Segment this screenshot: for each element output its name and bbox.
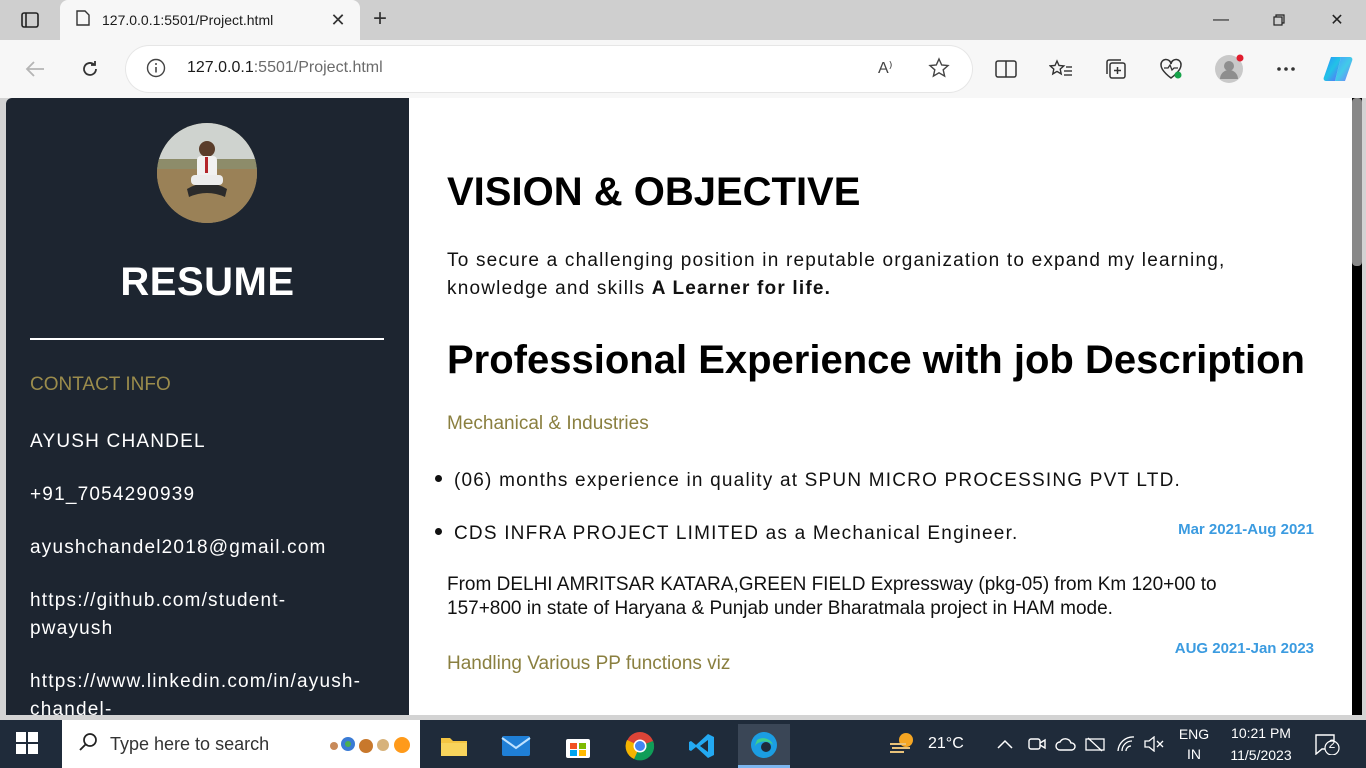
collections-icon[interactable] (1101, 54, 1131, 84)
new-tab-button[interactable]: + (366, 6, 394, 34)
windows-start-icon[interactable] (16, 732, 38, 759)
weather-icon (888, 730, 918, 759)
vision-paragraph: To secure a challenging position in repu… (447, 250, 1226, 299)
wifi-icon[interactable] (1117, 720, 1135, 768)
notification-center-icon[interactable]: 2 (1314, 720, 1340, 768)
scrollbar-thumb[interactable] (1352, 98, 1362, 266)
page-viewport: RESUME CONTACT INFO AYUSH CHANDEL +91_70… (6, 98, 1362, 715)
keyboard-disabled-icon[interactable] (1085, 720, 1105, 768)
minimize-button[interactable]: — (1192, 0, 1250, 40)
site-info-icon[interactable] (146, 58, 166, 83)
contact-name: AYUSH CHANDEL (30, 431, 206, 452)
address-bar[interactable]: 127.0.0.1:5501/Project.html A⁾ (126, 46, 972, 92)
clock-time: 10:21 PM (1231, 725, 1291, 741)
date-range: AUG 2021-Jan 2023 (1174, 640, 1314, 657)
language-code: ENG (1178, 726, 1210, 742)
contact-github-link[interactable]: https://github.com/student-pwayush (30, 587, 320, 643)
resume-main-content: VISION & OBJECTIVE To secure a challengi… (435, 98, 1327, 715)
edge-icon[interactable] (738, 724, 790, 768)
date-range: Mar 2021-Aug 2021 (1178, 521, 1314, 538)
contact-email[interactable]: ayushchandel2018@gmail.com (30, 534, 400, 562)
profile-photo (157, 123, 257, 223)
favorites-icon[interactable] (1046, 54, 1076, 84)
search-placeholder: Type here to search (110, 733, 270, 754)
meet-now-icon[interactable] (1028, 720, 1046, 768)
sidebar-divider (30, 338, 384, 340)
mail-icon[interactable] (490, 724, 542, 768)
split-screen-icon[interactable] (991, 54, 1021, 84)
resume-sidebar: RESUME CONTACT INFO AYUSH CHANDEL +91_70… (6, 98, 409, 715)
copilot-icon[interactable] (1323, 54, 1353, 84)
favorite-star-icon[interactable] (928, 57, 950, 84)
profile-avatar[interactable] (1214, 54, 1244, 84)
show-hidden-icons-chevron-icon[interactable] (997, 720, 1013, 768)
experience-bullet: CDS INFRA PROJECT LIMITED as a Mechanica… (435, 523, 1019, 545)
url-text[interactable]: 127.0.0.1:5501/Project.html (187, 59, 383, 77)
weather-widget[interactable]: 21°C (888, 720, 964, 768)
taskbar-search-input[interactable]: Type here to search (62, 720, 420, 768)
search-icon (78, 732, 98, 757)
restore-button[interactable] (1250, 0, 1308, 40)
vision-tagline: A Learner for life. (651, 278, 832, 299)
industry-label: Mechanical & Industries (447, 413, 649, 434)
notification-count: 2 (1328, 737, 1336, 751)
vscode-icon[interactable] (676, 724, 728, 768)
clock[interactable]: 10:21 PM 11/5/2023 (1222, 720, 1300, 768)
tab-title: 127.0.0.1:5501/Project.html (102, 12, 274, 28)
more-options-icon[interactable] (1271, 54, 1301, 84)
refresh-button[interactable] (75, 54, 105, 84)
vision-heading: VISION & OBJECTIVE (447, 170, 861, 214)
microsoft-store-icon[interactable] (552, 724, 604, 768)
resume-title: RESUME (120, 260, 295, 304)
functions-heading: Handling Various PP functions viz (447, 653, 731, 674)
onedrive-icon[interactable] (1055, 720, 1077, 768)
tab-actions-icon[interactable] (12, 8, 48, 32)
volume-muted-icon[interactable] (1144, 720, 1164, 768)
tab-strip: 127.0.0.1:5501/Project.html ✕ + — ✕ (0, 0, 1366, 40)
project-description: From DELHI AMRITSAR KATARA,GREEN FIELD E… (447, 574, 1217, 619)
experience-heading: Professional Experience with job Descrip… (447, 338, 1305, 382)
clock-date: 11/5/2023 (1230, 747, 1292, 763)
region-code: IN (1187, 746, 1201, 762)
file-explorer-icon[interactable] (428, 724, 480, 768)
taskbar: Type here to search 21°C ENG IN 10:21 PM… (0, 720, 1366, 768)
close-tab-icon[interactable]: ✕ (328, 10, 348, 31)
temperature-label: 21°C (928, 735, 964, 752)
language-indicator[interactable]: ENG IN (1172, 720, 1216, 768)
search-highlight-icon (326, 732, 416, 763)
contact-phone: +91_7054290939 (30, 484, 196, 505)
close-window-button[interactable]: ✕ (1308, 0, 1366, 40)
browser-tab[interactable]: 127.0.0.1:5501/Project.html ✕ (60, 0, 360, 40)
contact-linkedin-link[interactable]: https://www.linkedin.com/in/ayush-chande… (30, 668, 396, 715)
browser-essentials-icon[interactable] (1156, 54, 1186, 84)
navigation-bar: 127.0.0.1:5501/Project.html A⁾ (0, 40, 1366, 98)
chrome-icon[interactable] (614, 724, 666, 768)
back-button[interactable] (20, 54, 50, 84)
experience-bullet: (06) months experience in quality at SPU… (435, 470, 1181, 492)
contact-info-heading: CONTACT INFO (30, 374, 171, 395)
page-icon (76, 9, 90, 31)
read-aloud-icon[interactable]: A⁾ (878, 58, 893, 78)
